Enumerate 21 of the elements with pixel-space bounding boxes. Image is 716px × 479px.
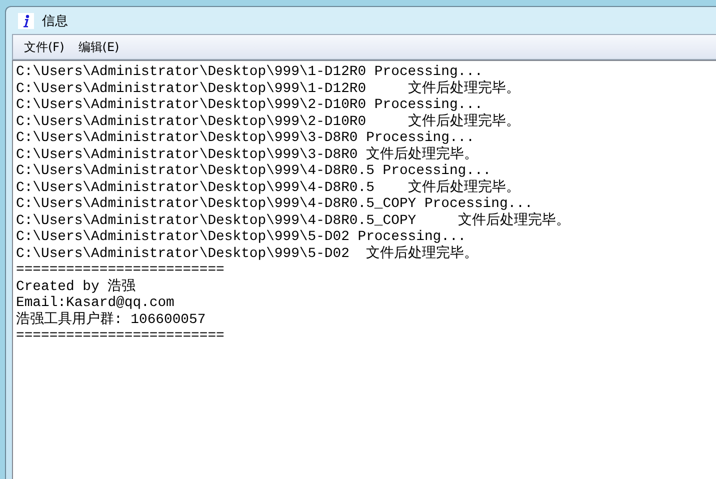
log-line: C:\Users\Administrator\Desktop\999\1-D12R0 Processing... (16, 64, 483, 80)
log-line: C:\Users\Administrator\Desktop\999\4-D8R0.5 Processing... (16, 163, 492, 179)
log-line: C:\Users\Administrator\Desktop\999\3-D8R0 文件后处理完毕。 (16, 146, 478, 163)
log-line: Created by 浩强 (16, 278, 136, 295)
log-line: 浩强工具用户群: 106600057 (16, 312, 206, 328)
log-line: C:\Users\Administrator\Desktop\999\2-D10R0 Processing... (16, 97, 483, 113)
window-title: 信息 (42, 12, 68, 30)
log-line: ========================= (16, 262, 224, 278)
log-line: C:\Users\Administrator\Desktop\999\1-D12R0 文件后处理完毕。 (16, 80, 520, 97)
log-line: ========================= (16, 328, 224, 344)
log-line: C:\Users\Administrator\Desktop\999\5-D02 文件后处理完毕。 (16, 246, 478, 262)
menu-item[interactable]: 编辑(E) (73, 36, 124, 58)
log-line: C:\Users\Administrator\Desktop\999\4-D8R0.5_COPY 文件后处理完毕。 (16, 212, 570, 229)
log-line: C:\Users\Administrator\Desktop\999\4-D8R0.5 文件后处理完毕。 (16, 180, 520, 196)
menu-item[interactable]: 文件(F) (19, 36, 70, 58)
info-icon (18, 12, 34, 28)
log-line: C:\Users\Administrator\Desktop\999\2-D10R0 文件后处理完毕。 (16, 114, 520, 130)
log-line: C:\Users\Administrator\Desktop\999\3-D8R0 Processing... (16, 130, 474, 146)
log-line: Email:Kasard@qq.com (16, 295, 174, 311)
log-line: C:\Users\Administrator\Desktop\999\4-D8R0.5_COPY Processing... (16, 196, 533, 212)
log-line: C:\Users\Administrator\Desktop\999\5-D02 Processing... (16, 229, 466, 245)
